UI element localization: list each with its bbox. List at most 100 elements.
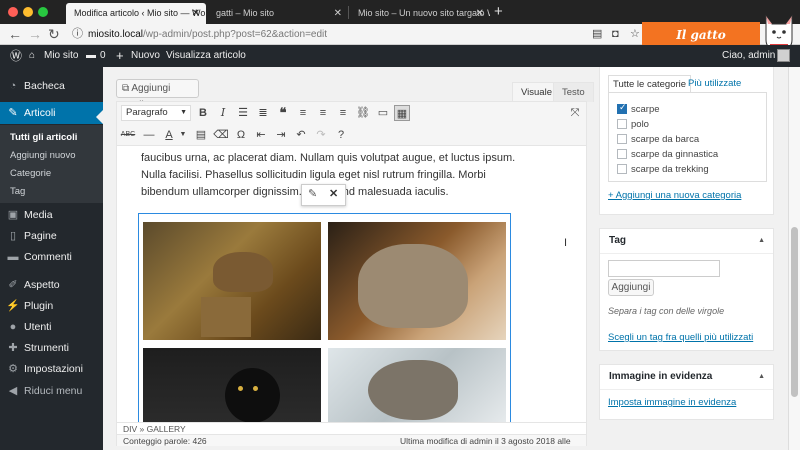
minimize-window-icon[interactable] (23, 7, 33, 17)
special-character-icon[interactable]: Ω (233, 127, 249, 143)
menu-item-impostazioni[interactable]: ⚙ Impostazioni (0, 358, 103, 380)
view-post-link[interactable]: Visualizza articolo (166, 45, 246, 67)
add-media-button[interactable]: ⧉ Aggiungi media (116, 79, 199, 111)
submenu-categories[interactable]: Categorie (10, 168, 51, 179)
clear-formatting-icon[interactable]: ⌫ (213, 127, 229, 143)
set-featured-image-link[interactable]: Imposta immagine in evidenza (608, 397, 736, 408)
undo-icon[interactable]: ↶ (293, 127, 309, 143)
read-more-icon[interactable]: ▭ (375, 105, 391, 121)
category-checkbox[interactable] (617, 119, 627, 129)
maximize-window-icon[interactable] (38, 7, 48, 17)
pocket-icon[interactable]: ◘ (612, 27, 619, 42)
back-icon[interactable]: ← (8, 26, 22, 43)
help-icon[interactable]: ? (333, 127, 349, 143)
reader-icon[interactable]: ▤ (592, 27, 602, 42)
submenu-all-posts[interactable]: Tutti gli articoli (10, 132, 77, 143)
browser-tab-edit-post[interactable]: Modifica articolo ‹ Mio sito — Wordi ✕ (66, 3, 206, 24)
category-item[interactable]: scarpe da barca (617, 134, 699, 145)
account-greeting[interactable]: Ciao, admin (722, 45, 775, 67)
menu-item-utenti[interactable]: ● Utenti (0, 316, 103, 338)
info-icon[interactable]: ⓘ (72, 27, 83, 42)
gallery-image-cat-3[interactable] (143, 348, 321, 424)
distraction-free-icon[interactable]: ⤧ (567, 105, 583, 121)
close-window-icon[interactable] (8, 7, 18, 17)
redo-icon[interactable]: ↷ (313, 127, 329, 143)
site-name-link[interactable]: Mio sito (44, 45, 78, 67)
comment-icon[interactable]: ▬ (86, 45, 96, 67)
gallery-image-cat-1[interactable] (143, 222, 321, 340)
browser-tab-gatti[interactable]: gatti – Mio sito ✕ (208, 3, 348, 24)
tag-input[interactable] (608, 260, 720, 277)
edit-pencil-icon[interactable]: ✎ (308, 187, 317, 200)
close-tab-icon[interactable]: ✕ (334, 3, 342, 24)
outdent-icon[interactable]: ⇤ (253, 127, 269, 143)
category-checkbox[interactable] (617, 102, 627, 114)
menu-item-commenti[interactable]: ▬ Commenti (0, 246, 103, 268)
paste-text-icon[interactable]: ▤ (193, 127, 209, 143)
close-tab-icon[interactable]: ✕ (192, 3, 200, 24)
gallery-image-cat-2[interactable] (328, 222, 506, 340)
wordpress-logo-icon[interactable]: Ⓦ (10, 45, 22, 67)
menu-item-collapse[interactable]: ◀ Riduci menu (0, 380, 103, 402)
tab-most-used[interactable]: Più utilizzate (688, 78, 741, 89)
forward-icon[interactable]: → (28, 26, 42, 43)
submenu-tags[interactable]: Tag (10, 186, 25, 197)
horizontal-line-icon[interactable]: — (141, 127, 157, 143)
category-checkbox[interactable] (617, 149, 627, 159)
numbered-list-icon[interactable]: ≣ (255, 105, 271, 121)
bookmark-icon[interactable]: ☆ (630, 27, 640, 42)
add-tag-button[interactable]: Aggiungi (608, 279, 654, 296)
collapse-toggle-icon[interactable]: ▲ (758, 237, 765, 244)
strikethrough-icon[interactable]: ABC (120, 127, 136, 143)
menu-item-strumenti[interactable]: ✚ Strumenti (0, 337, 103, 359)
category-item[interactable]: scarpe da trekking (617, 164, 709, 175)
italic-icon[interactable]: I (215, 105, 231, 121)
bold-icon[interactable]: B (195, 105, 211, 121)
align-center-icon[interactable]: ≡ (315, 105, 331, 121)
bullet-list-icon[interactable]: ☰ (235, 105, 251, 121)
menu-item-media[interactable]: ▣ Media (0, 204, 103, 226)
cat-shape (225, 368, 280, 423)
home-icon[interactable]: ⌂ (29, 45, 35, 67)
menu-item-bacheca[interactable]: ◔ Bacheca (0, 75, 103, 97)
add-category-link[interactable]: + Aggiungi una nuova categoria (608, 190, 741, 201)
category-checkbox[interactable] (617, 134, 627, 144)
browser-tab-home[interactable]: Mio sito – Un nuovo sito targato Wo ✕ (350, 3, 490, 24)
category-checkbox[interactable] (617, 164, 627, 174)
menu-item-pagine[interactable]: ▯ Pagine (0, 225, 103, 247)
indent-icon[interactable]: ⇥ (273, 127, 289, 143)
avatar[interactable] (777, 49, 790, 62)
align-right-icon[interactable]: ≡ (335, 105, 351, 121)
menu-label: Riduci menu (24, 385, 83, 397)
menu-item-plugin[interactable]: ⚡ Plugin (0, 295, 103, 317)
comments-count[interactable]: 0 (100, 45, 106, 67)
metabox-divider (600, 253, 773, 254)
category-item[interactable]: scarpe da ginnastica (617, 149, 718, 160)
new-plus-icon[interactable]: + (116, 45, 124, 67)
category-item[interactable]: scarpe (617, 102, 660, 115)
page-scrollbar[interactable] (788, 67, 800, 450)
align-left-icon[interactable]: ≡ (295, 105, 311, 121)
menu-item-articoli[interactable]: ✎ Articoli (0, 102, 103, 124)
new-tab-icon[interactable]: + (494, 2, 503, 22)
category-item[interactable]: polo (617, 119, 649, 130)
format-select[interactable]: Paragrafo ▼ (121, 105, 191, 121)
choose-tag-link[interactable]: Scegli un tag fra quelli più utilizzati (608, 332, 753, 343)
close-tab-icon[interactable]: ✕ (476, 3, 484, 24)
url-field[interactable]: miosito.local/wp-admin/post.php?post=62&… (88, 26, 608, 43)
reload-icon[interactable]: ↻ (48, 26, 60, 43)
blockquote-icon[interactable]: ❝ (275, 105, 291, 121)
tab-all-categories[interactable]: Tutte le categorie (608, 75, 692, 93)
collapse-toggle-icon[interactable]: ▲ (758, 373, 765, 380)
submenu-add-new[interactable]: Aggiungi nuovo (10, 150, 76, 161)
toolbar-toggle-icon[interactable]: ▦ (394, 105, 410, 121)
menu-item-aspetto[interactable]: ✐ Aspetto (0, 274, 103, 296)
chevron-down-icon[interactable]: ▼ (175, 127, 191, 143)
gallery-image-cat-4[interactable] (328, 348, 506, 424)
new-content-link[interactable]: Nuovo (131, 45, 160, 67)
link-icon[interactable]: ⛓ (355, 105, 371, 121)
tab-text[interactable]: Testo (553, 82, 594, 102)
image-gallery[interactable] (138, 213, 511, 425)
scrollbar-thumb[interactable] (791, 227, 798, 397)
remove-icon[interactable]: ✕ (329, 187, 338, 200)
